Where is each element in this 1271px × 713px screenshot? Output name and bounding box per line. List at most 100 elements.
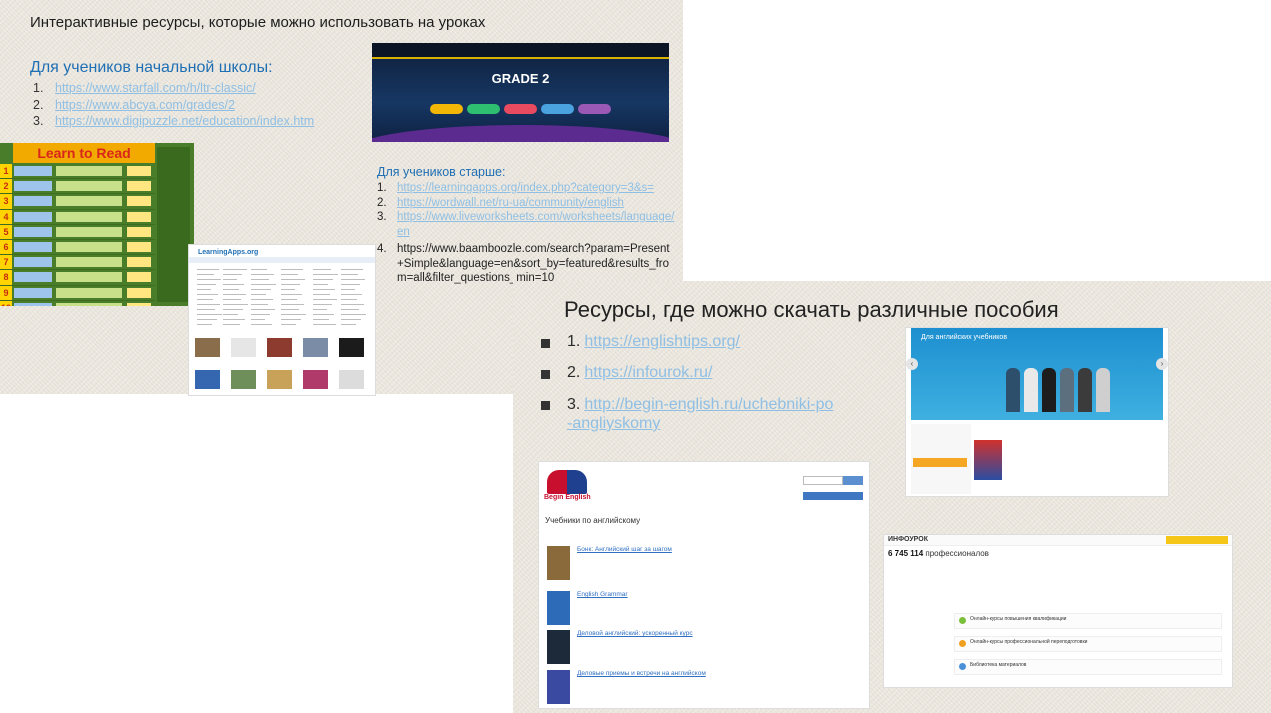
course-row: Онлайн-курсы профессиональной переподгот… bbox=[954, 636, 1222, 652]
app-thumbnail bbox=[339, 370, 364, 389]
lesson-cell bbox=[56, 226, 122, 237]
lesson-row: 5 bbox=[0, 224, 155, 240]
app-thumbnail bbox=[195, 338, 220, 357]
category-text-line bbox=[341, 304, 364, 305]
category-text-line bbox=[197, 279, 221, 280]
app-thumbnail bbox=[195, 370, 220, 389]
book-cover bbox=[547, 630, 570, 664]
list-item: 3. http://begin-english.ru/uchebniki-po-a… bbox=[541, 395, 837, 433]
person-figure bbox=[1042, 368, 1056, 412]
list-number: 2. bbox=[377, 196, 387, 209]
category-text-line bbox=[223, 274, 242, 275]
list-item: 1. https://englishtips.org/ bbox=[541, 333, 837, 364]
category-text-line bbox=[341, 299, 357, 300]
person-figure bbox=[1060, 368, 1074, 412]
list-number: 1. bbox=[377, 182, 387, 194]
app-thumbnail bbox=[303, 338, 328, 357]
lesson-cell bbox=[14, 166, 52, 176]
category-text-line bbox=[197, 294, 218, 295]
begin-english-screenshot: Begin English Учебники по английскому Бо… bbox=[538, 461, 870, 709]
course-row: Онлайн-курсы повышения квалификации bbox=[954, 613, 1222, 629]
category-text-line bbox=[197, 324, 212, 325]
lesson-cell bbox=[127, 211, 151, 222]
lesson-cell bbox=[14, 257, 52, 268]
category-pill bbox=[430, 104, 463, 114]
baamboozle-link[interactable]: https://www.baamboozle.com/search?param=… bbox=[397, 242, 675, 286]
category-text-line bbox=[251, 304, 268, 305]
resource-links-list: 1. https://englishtips.org/ 2. https://inf… bbox=[541, 333, 837, 433]
row-number: 6 bbox=[0, 239, 12, 255]
englishtips-screenshot: Для английских учебников ‹ › bbox=[905, 327, 1169, 497]
englishtips-link[interactable]: https://englishtips.org/ bbox=[584, 333, 740, 350]
square-bullet-icon bbox=[541, 339, 550, 348]
learningapps-logo: LearningApps.org bbox=[198, 249, 259, 256]
chevron-left-icon: ‹ bbox=[906, 358, 918, 370]
lesson-row: 10 bbox=[0, 300, 155, 306]
lesson-cell bbox=[56, 166, 122, 176]
slide-download-resources: Ресурсы, где можно скачать различные пос… bbox=[513, 281, 1271, 713]
row-number: 8 bbox=[0, 270, 12, 285]
digipuzzle-link[interactable]: https://www.digipuzzle.net/education/ind… bbox=[55, 114, 314, 128]
category-text-line bbox=[281, 289, 295, 290]
category-text-line bbox=[223, 289, 239, 290]
counter-label: профессионалов bbox=[925, 549, 989, 558]
category-text-line bbox=[341, 309, 359, 310]
list-item: 2. https://www.abcya.com/grades/2 bbox=[33, 97, 314, 114]
infourok-link[interactable]: https://infourok.ru/ bbox=[584, 364, 712, 381]
category-text-line bbox=[341, 324, 356, 325]
liveworksheets-link[interactable]: https://www.liveworksheets.com/worksheet… bbox=[397, 210, 675, 239]
course-label: Онлайн-курсы повышения квалификации bbox=[970, 616, 1067, 622]
category-text-line bbox=[197, 299, 213, 300]
category-text-line bbox=[341, 269, 363, 270]
list-number: 1. bbox=[567, 333, 581, 350]
lesson-cell bbox=[56, 302, 122, 306]
older-links-list: 1. https://learningapps.org/index.php?cat… bbox=[377, 181, 677, 286]
category-text-line bbox=[341, 284, 360, 285]
category-text-line bbox=[281, 274, 298, 275]
category-text-line bbox=[313, 314, 334, 315]
person-figure bbox=[1024, 368, 1038, 412]
lesson-row: 1 bbox=[0, 164, 155, 180]
app-thumbnail bbox=[303, 370, 328, 389]
category-text-line bbox=[197, 314, 222, 315]
book-link: Деловой английский: ускоренный курс bbox=[577, 630, 693, 637]
app-thumbnail bbox=[267, 370, 292, 389]
abcya-link[interactable]: https://www.abcya.com/grades/2 bbox=[55, 98, 235, 112]
category-text-line bbox=[197, 284, 216, 285]
category-text-line bbox=[223, 294, 246, 295]
lesson-row: 6 bbox=[0, 239, 155, 256]
starfall-link[interactable]: https://www.starfall.com/h/ltr-classic/ bbox=[55, 81, 256, 95]
category-text-line bbox=[251, 289, 271, 290]
lesson-cell bbox=[56, 287, 122, 298]
lesson-cell bbox=[127, 241, 151, 252]
slide-title: Ресурсы, где можно скачать различные пос… bbox=[564, 297, 1059, 322]
lesson-row: 8 bbox=[0, 270, 155, 286]
category-text-line bbox=[281, 294, 302, 295]
category-text-line bbox=[251, 324, 272, 325]
chevron-right-icon: › bbox=[1156, 358, 1168, 370]
category-text-line bbox=[281, 309, 299, 310]
category-text-line bbox=[313, 319, 329, 320]
begin-english-link[interactable]: http://begin-english.ru/uchebniki-po-ang… bbox=[567, 396, 833, 432]
row-number: 4 bbox=[0, 209, 12, 224]
lesson-cell bbox=[127, 181, 151, 192]
list-item: 2. https://infourok.ru/ bbox=[541, 364, 837, 395]
learningapps-screenshot: LearningApps.org bbox=[188, 244, 376, 396]
list-number: 2. bbox=[33, 97, 44, 112]
site-sidebar bbox=[911, 424, 971, 494]
list-item: 4. https://www.baamboozle.com/search?para… bbox=[377, 242, 677, 286]
category-text-line bbox=[281, 269, 303, 270]
app-thumbnail bbox=[339, 338, 364, 357]
lesson-cell bbox=[56, 257, 122, 268]
learningapps-link[interactable]: https://learningapps.org/index.php?categ… bbox=[397, 181, 675, 196]
app-thumbnail bbox=[231, 338, 256, 357]
course-icon bbox=[959, 617, 966, 624]
app-thumbnail bbox=[267, 338, 292, 357]
row-number: 2 bbox=[0, 179, 12, 194]
category-text-line bbox=[223, 284, 244, 285]
wordwall-link[interactable]: https://wordwall.net/ru-ua/community/eng… bbox=[397, 196, 675, 211]
category-text-line bbox=[313, 279, 333, 280]
category-text-line bbox=[223, 299, 241, 300]
category-text-line bbox=[281, 324, 296, 325]
lesson-cell bbox=[14, 241, 52, 252]
